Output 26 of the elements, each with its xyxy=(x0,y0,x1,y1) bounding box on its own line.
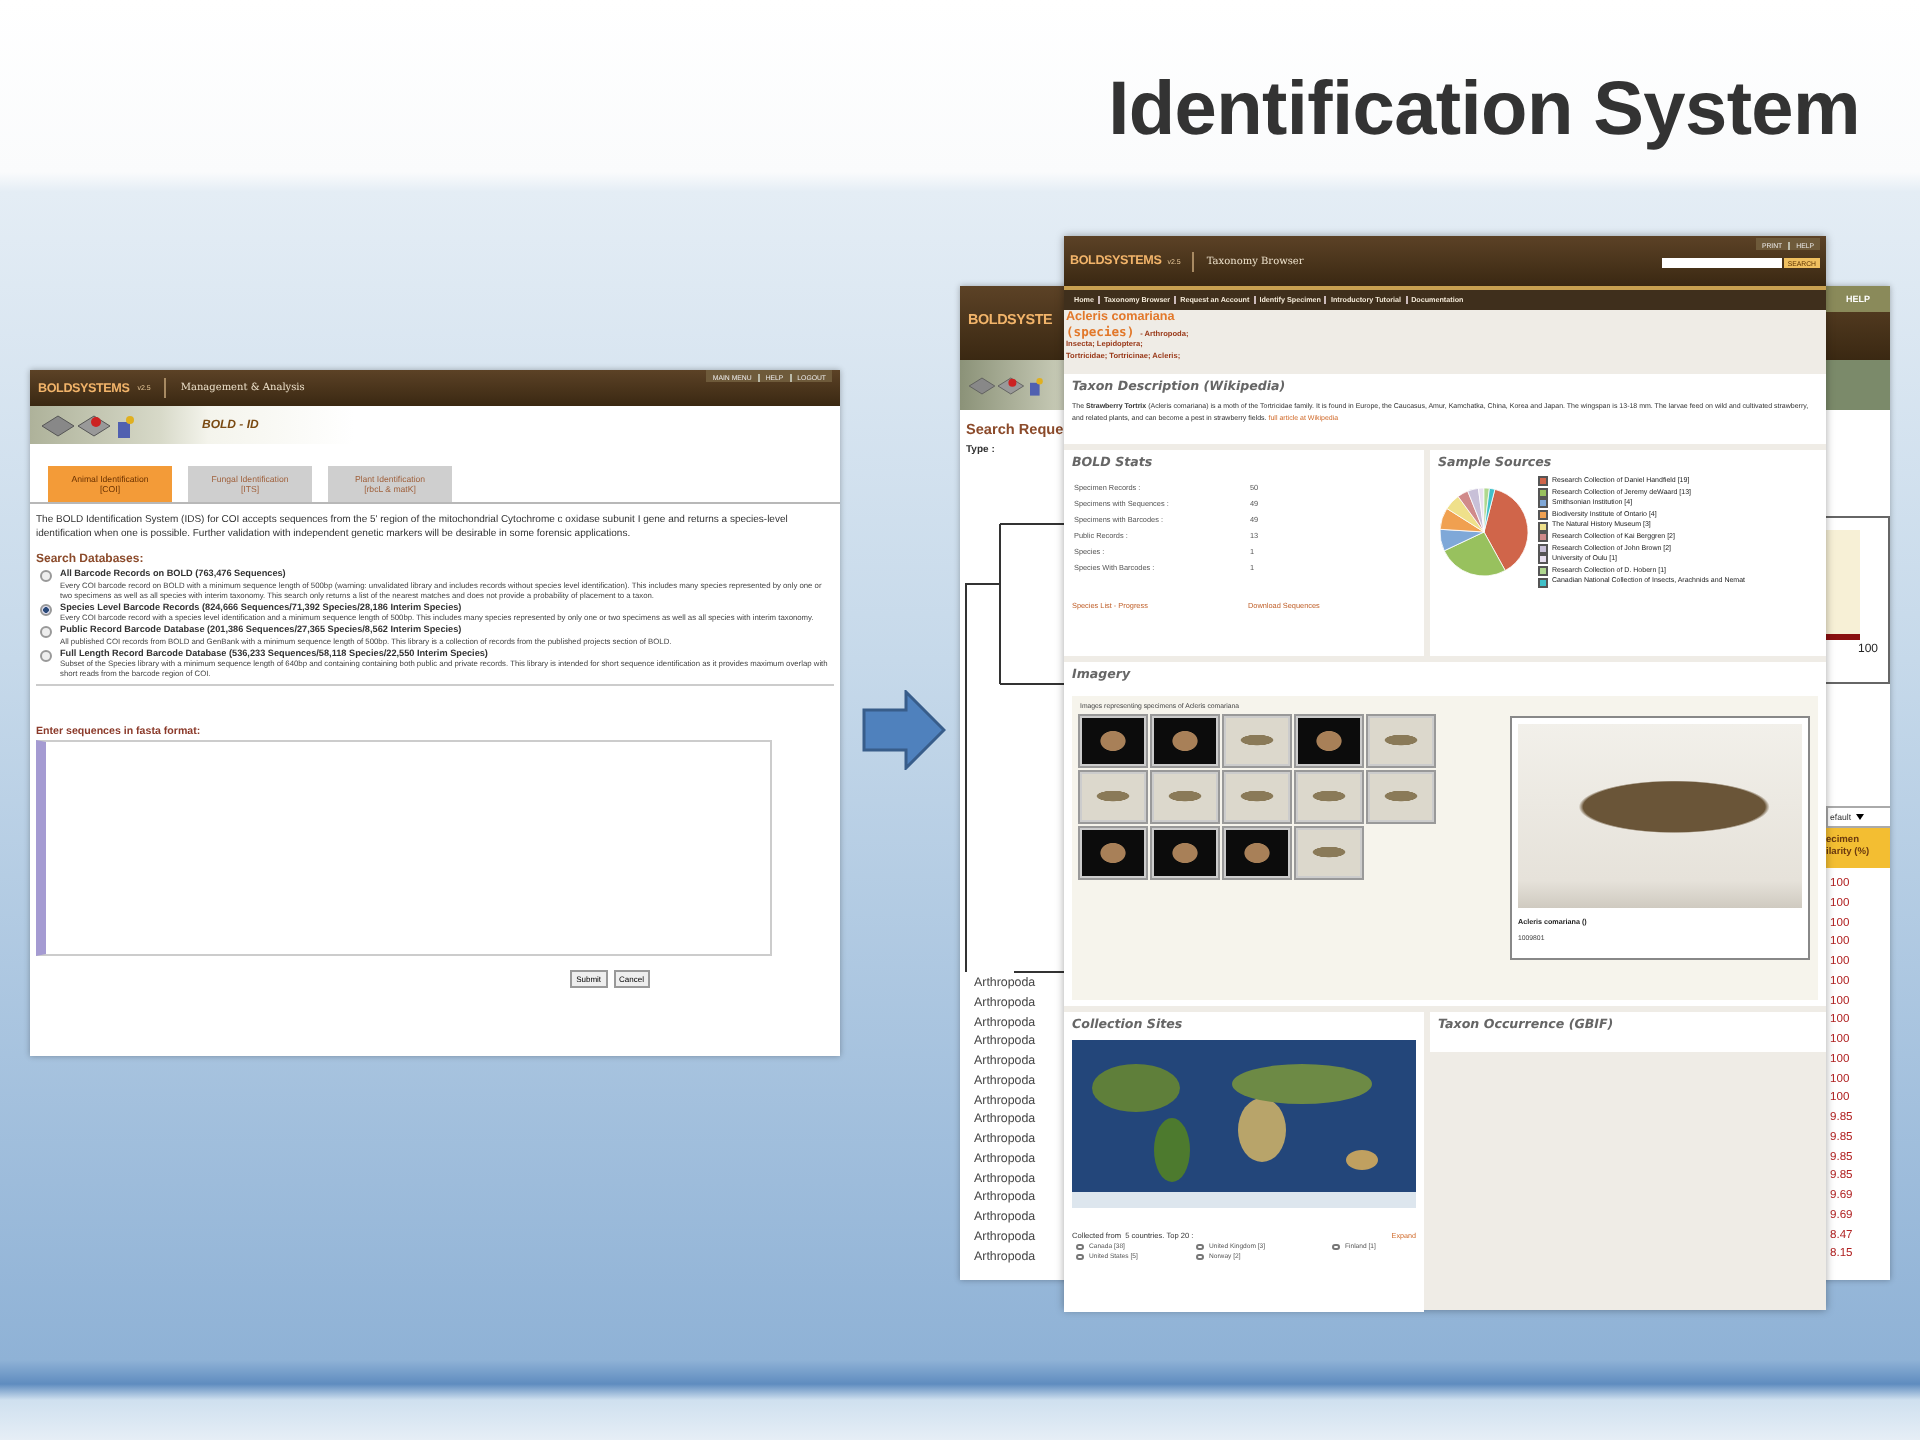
photo-thumbnail[interactable] xyxy=(1080,828,1146,878)
bar-chart-drawing xyxy=(1826,530,1860,640)
caret-icon xyxy=(1855,814,1864,820)
photo-thumbnail[interactable] xyxy=(1296,828,1362,878)
slide-title: Identification System xyxy=(1108,67,1860,153)
pie-chart-drawing xyxy=(1438,485,1530,578)
title-band xyxy=(1826,360,1890,410)
radio-button[interactable] xyxy=(40,570,52,582)
sequence-input[interactable] xyxy=(36,740,772,956)
photo-thumbnail[interactable] xyxy=(1152,716,1218,766)
photo-thumbnail[interactable] xyxy=(1080,716,1146,766)
photo-thumbnail[interactable] xyxy=(1152,772,1218,822)
photo-thumbnail[interactable] xyxy=(1296,772,1362,822)
photo-thumbnail[interactable] xyxy=(1368,716,1434,766)
photo-thumbnail[interactable] xyxy=(1080,772,1146,822)
photo-thumbnail[interactable] xyxy=(1152,828,1218,878)
right-arrow-icon xyxy=(862,690,946,770)
photo-thumbnail[interactable] xyxy=(1296,716,1362,766)
photo-thumbnail[interactable] xyxy=(1224,828,1290,878)
photo-thumbnail[interactable] xyxy=(1224,772,1290,822)
radio-button[interactable] xyxy=(40,603,52,615)
radio-button[interactable] xyxy=(40,626,52,638)
photo-thumbnail[interactable] xyxy=(1224,716,1290,766)
photo-thumbnail[interactable] xyxy=(1368,772,1434,822)
search-field[interactable] xyxy=(1661,258,1782,268)
radio-button[interactable] xyxy=(40,649,52,661)
